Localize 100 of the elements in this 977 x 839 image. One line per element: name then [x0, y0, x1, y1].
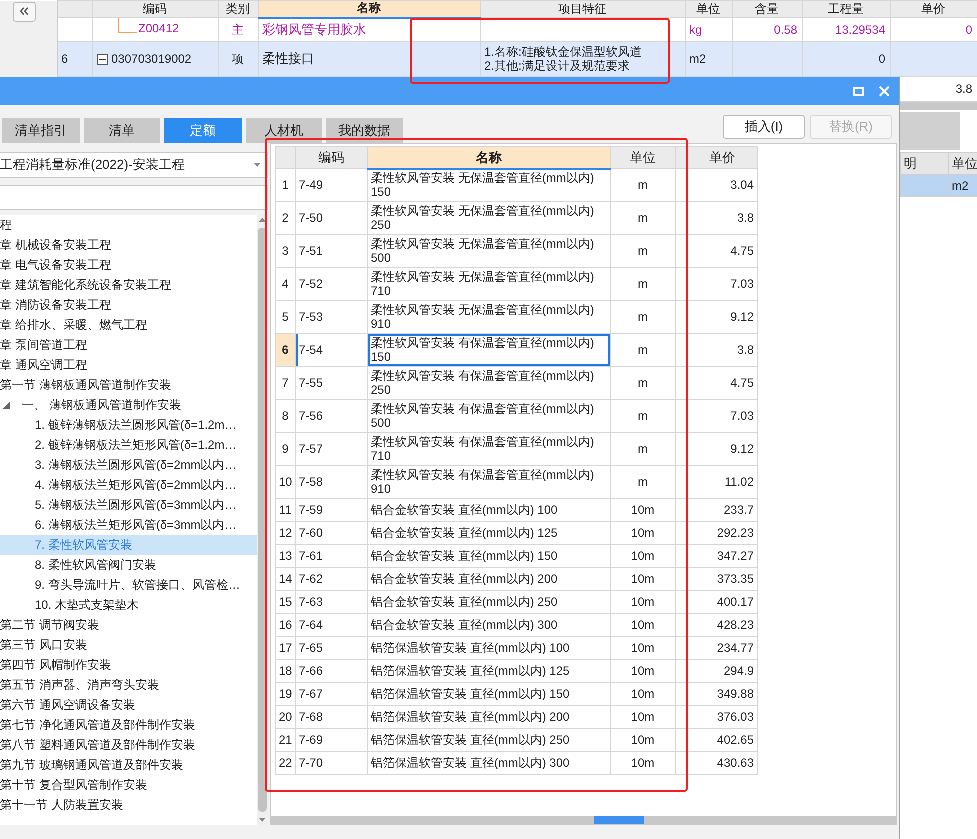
tab[interactable]: 人材机: [246, 118, 322, 143]
table-cell[interactable]: 铝合金软管安装 直径(mm以内) 100: [368, 498, 610, 522]
tree-item[interactable]: 第十一节 人防装置安装: [0, 795, 257, 815]
column-header[interactable]: 名称: [368, 146, 610, 168]
tree-item[interactable]: 3. 薄钢板法兰圆形风管(δ=2mm以内…: [0, 455, 257, 475]
tab[interactable]: 清单指引: [2, 118, 80, 143]
scroll-down-icon[interactable]: [259, 818, 266, 822]
name-text: 柔性接口: [262, 51, 314, 66]
tree-item[interactable]: 章 消防设备安装工程: [0, 295, 257, 315]
table-cell: 3.8: [688, 202, 758, 234]
table-cell[interactable]: 柔性软风管安装 无保温套管直径(mm以内) 150: [368, 168, 610, 202]
tree-item[interactable]: 第九节 玻璃钢通风管道及部件安装: [0, 755, 257, 775]
tree-item[interactable]: 章 通风空调工程: [0, 355, 257, 375]
scrollbar[interactable]: [271, 816, 896, 824]
tab[interactable]: 我的数据: [326, 118, 403, 143]
column-header[interactable]: 类别: [218, 0, 258, 18]
tree-item[interactable]: 2. 镀锌薄钢板法兰矩形风管(δ=1.2m…: [0, 435, 257, 455]
table-cell[interactable]: 铝合金软管安装 直径(mm以内) 150: [368, 544, 610, 568]
table-cell: 10m: [610, 636, 676, 660]
tree-item[interactable]: 第五节 消声器、消声弯头安装: [0, 675, 257, 695]
table-cell[interactable]: 柔性软风管安装 有保温套管直径(mm以内) 250: [368, 366, 610, 400]
table-cell[interactable]: 柔性软风管安装 有保温套管直径(mm以内) 910: [368, 466, 610, 498]
tab[interactable]: 清单: [84, 118, 160, 143]
column-header[interactable]: 名称: [258, 0, 480, 18]
row-number: 16: [276, 614, 296, 636]
table-cell[interactable]: 柔性软风管安装 无保温套管直径(mm以内) 250: [368, 202, 610, 234]
tree-item[interactable]: 一、 薄钢板通风管道制作安装: [0, 395, 257, 415]
tree-item[interactable]: 第六节 通风空调设备安装: [0, 695, 257, 715]
close-button[interactable]: [877, 84, 891, 98]
collapse-button[interactable]: [13, 2, 36, 22]
tree-item[interactable]: 第八节 塑料通风管道及部件制作安装: [0, 735, 257, 755]
column-header[interactable]: 单位: [610, 146, 676, 168]
scroll-up-icon[interactable]: [259, 218, 266, 222]
tree-item[interactable]: 5. 薄钢板法兰圆形风管(δ=3mm以内…: [0, 495, 257, 515]
row-number: 8: [276, 400, 296, 432]
row-number: 11: [276, 498, 296, 522]
table-cell[interactable]: 铝合金软管安装 直径(mm以内) 200: [368, 568, 610, 590]
tree-item[interactable]: 4. 薄钢板法兰矩形风管(δ=2mm以内…: [0, 475, 257, 495]
table-cell[interactable]: 铝箔保温软管安装 直径(mm以内) 250: [368, 728, 610, 752]
tab-background: [900, 112, 960, 150]
tree-item[interactable]: 1. 镀锌薄钢板法兰圆形风管(δ=1.2m…: [0, 415, 257, 435]
table-cell[interactable]: 铝箔保温软管安装 直径(mm以内) 200: [368, 706, 610, 728]
table-cell[interactable]: 柔性软风管安装 无保温套管直径(mm以内) 910: [368, 300, 610, 334]
tree-item[interactable]: 章 电气设备安装工程: [0, 255, 257, 275]
column-header[interactable]: 项目特征: [480, 0, 685, 18]
tree-item[interactable]: 第四节 风帽制作安装: [0, 655, 257, 675]
column-header[interactable]: 单价: [688, 146, 758, 168]
row-number: 6: [62, 52, 68, 66]
table-cell[interactable]: 铝箔保温软管安装 直径(mm以内) 125: [368, 660, 610, 682]
table-cell[interactable]: 铝合金软管安装 直径(mm以内) 125: [368, 522, 610, 544]
tree-item[interactable]: 10. 木垫式支架垫木: [0, 595, 257, 615]
column-header[interactable]: 含量: [732, 0, 802, 18]
maximize-button[interactable]: [851, 84, 865, 98]
table-cell[interactable]: 柔性软风管安装 有保温套管直径(mm以内) 500: [368, 400, 610, 432]
column-header[interactable]: 编码: [296, 146, 368, 168]
column-header[interactable]: 编码: [92, 0, 218, 18]
table-cell: 376.03: [688, 706, 758, 728]
column-header[interactable]: 单位: [685, 0, 732, 18]
search-field[interactable]: [0, 185, 268, 210]
table-cell[interactable]: 柔性软风管安装 有保温套管直径(mm以内) 710: [368, 432, 610, 466]
table-cell[interactable]: 柔性软风管安装 有保温套管直径(mm以内) 150: [368, 334, 610, 366]
column-header[interactable]: 工程量: [802, 0, 890, 18]
feature-text: 2.其他:满足设计及规范要求: [484, 59, 631, 73]
column-header[interactable]: 明: [900, 152, 948, 174]
table-cell: 7-64: [296, 614, 368, 636]
tree-item[interactable]: 6. 薄钢板法兰矩形风管(δ=3mm以内…: [0, 515, 257, 535]
tree-item[interactable]: 第一节 薄钢板通风管道制作安装: [0, 375, 257, 395]
table-cell: 10m: [610, 498, 676, 522]
unit-text: kg: [690, 22, 702, 36]
table-cell: 7-66: [296, 660, 368, 682]
tree-item[interactable]: 章 机械设备安装工程: [0, 235, 257, 255]
column-header[interactable]: 单价: [890, 0, 977, 18]
tree-item[interactable]: 章 建筑智能化系统设备安装工程: [0, 275, 257, 295]
table-cell: 400.17: [688, 590, 758, 614]
tree-item[interactable]: 章 给排水、采暖、燃气工程: [0, 315, 257, 335]
table-cell: 7-55: [296, 366, 368, 400]
price-value: 0: [966, 22, 972, 36]
table-cell[interactable]: 柔性软风管安装 无保温套管直径(mm以内) 500: [368, 234, 610, 268]
tree-item[interactable]: 9. 弯头导流叶片、软管接口、风管检…: [0, 575, 257, 595]
table-cell: 7-69: [296, 728, 368, 752]
tree-item[interactable]: 章 泵间管道工程: [0, 335, 257, 355]
table-cell[interactable]: 铝合金软管安装 直径(mm以内) 300: [368, 614, 610, 636]
tree-item[interactable]: 程: [0, 215, 257, 235]
table-cell[interactable]: 柔性软风管安装 无保温套管直径(mm以内) 710: [368, 268, 610, 300]
table-cell[interactable]: 铝合金软管安装 直径(mm以内) 250: [368, 590, 610, 614]
library-dropdown[interactable]: 工程消耗量标准(2022)-安装工程: [0, 152, 268, 178]
table-cell: 7-63: [296, 590, 368, 614]
table-cell[interactable]: 铝箔保温软管安装 直径(mm以内) 150: [368, 682, 610, 706]
tree-item[interactable]: 第三节 风口安装: [0, 635, 257, 655]
expand-toggle[interactable]: [96, 54, 108, 66]
table-cell: 7-56: [296, 400, 368, 432]
table-cell: m: [610, 466, 676, 498]
tree-item[interactable]: 第十节 复合型风管制作安装: [0, 775, 257, 795]
tree-item[interactable]: 8. 柔性软风管阀门安装: [0, 555, 257, 575]
tree-item[interactable]: 第二节 调节阀安装: [0, 615, 257, 635]
table-cell[interactable]: 铝箔保温软管安装 直径(mm以内) 300: [368, 752, 610, 774]
action-button[interactable]: 插入(I): [723, 114, 805, 138]
row-number: 21: [276, 728, 296, 752]
table-cell[interactable]: 铝箔保温软管安装 直径(mm以内) 100: [368, 636, 610, 660]
tree-item[interactable]: 第七节 净化通风管道及部件制作安装: [0, 715, 257, 735]
